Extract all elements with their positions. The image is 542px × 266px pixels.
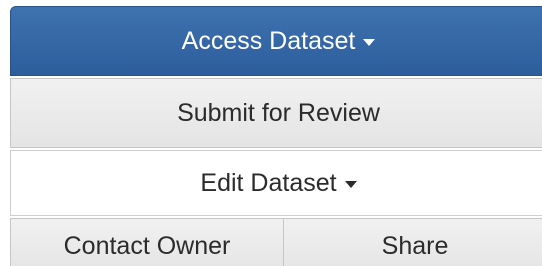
share-label: Share [381,232,449,260]
caret-down-icon [344,181,357,188]
submit-for-review-label: Submit for Review [177,98,380,127]
caret-down-icon [363,39,376,46]
submit-for-review-button[interactable]: Submit for Review [10,78,542,148]
edit-dataset-button[interactable]: Edit Dataset [10,150,542,216]
edit-dataset-label: Edit Dataset [200,168,337,197]
dataset-actions-panel: Access Dataset Submit for Review Edit Da… [0,0,542,266]
share-button[interactable]: Share [283,218,542,266]
access-dataset-label: Access Dataset [181,26,356,55]
contact-owner-label: Contact Owner [63,232,231,260]
access-dataset-button[interactable]: Access Dataset [10,6,542,76]
contact-owner-button[interactable]: Contact Owner [10,218,284,266]
